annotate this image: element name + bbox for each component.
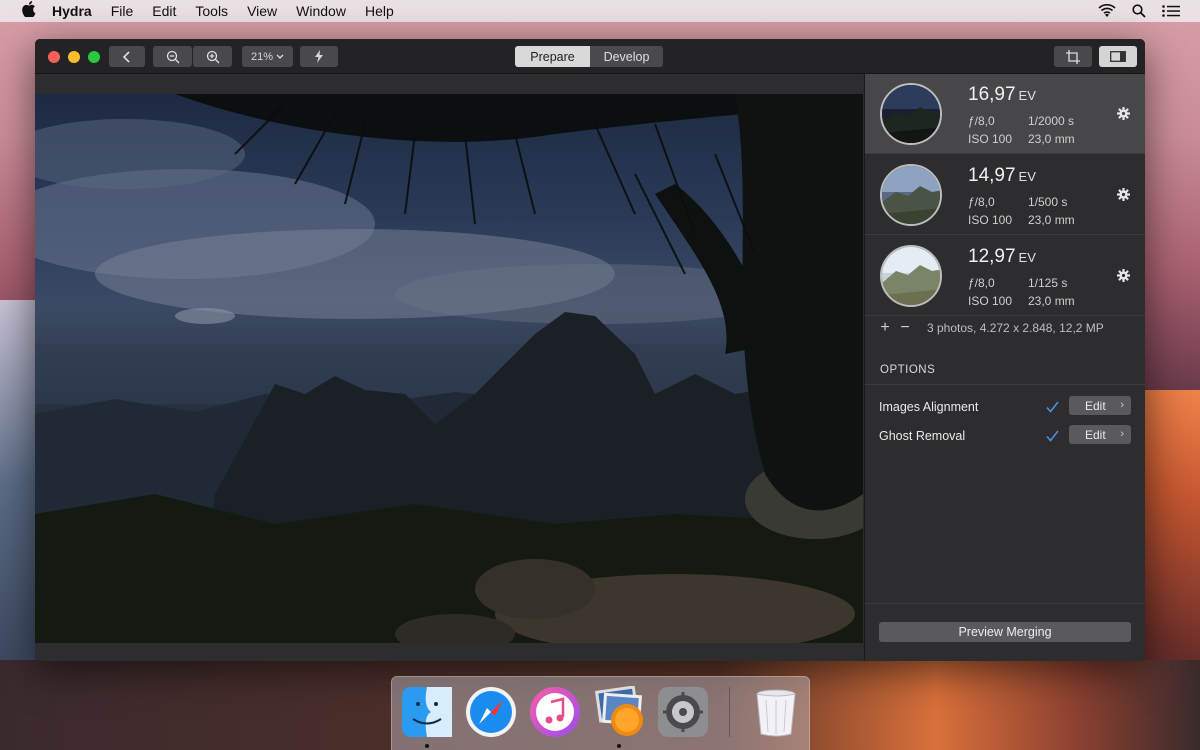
ev-number: 16,97 xyxy=(968,84,1016,105)
exposure-row[interactable]: 16,97 EV ƒ/8,0 1/2000 s ISO 100 23,0 mm xyxy=(865,74,1145,154)
close-window-button[interactable] xyxy=(48,51,60,63)
dock xyxy=(391,676,810,750)
edit-label: Edit xyxy=(1085,398,1106,413)
itunes-icon[interactable] xyxy=(529,686,581,738)
shutter-value: 1/125 s xyxy=(1028,276,1068,290)
ev-number: 14,97 xyxy=(968,165,1016,186)
remove-photo-button[interactable]: − xyxy=(897,319,913,337)
crop-icon xyxy=(1066,49,1080,64)
menu-app-name[interactable]: Hydra xyxy=(52,3,92,19)
gear-icon[interactable] xyxy=(1117,107,1130,125)
menu-tools[interactable]: Tools xyxy=(195,3,228,19)
menu-edit[interactable]: Edit xyxy=(152,3,176,19)
focal-length-value: 23,0 mm xyxy=(1028,294,1075,308)
gear-icon[interactable] xyxy=(1117,269,1130,287)
divider xyxy=(865,603,1145,604)
ghost-removal-edit-button[interactable]: Edit › xyxy=(1069,425,1131,444)
chevron-right-icon: › xyxy=(1120,399,1124,411)
wifi-icon[interactable] xyxy=(1098,4,1116,18)
zoom-level-select[interactable]: 21% xyxy=(242,46,293,67)
chevron-right-icon: › xyxy=(1120,428,1124,440)
option-row-ghost-removal: Ghost Removal Edit › xyxy=(865,425,1145,449)
window-toolbar: 21% Prepare Develop xyxy=(35,39,1145,74)
gear-icon[interactable] xyxy=(1117,188,1130,206)
sidebar-icon xyxy=(1110,51,1126,62)
shutter-value: 1/2000 s xyxy=(1028,114,1075,128)
preview-merging-button[interactable]: Preview Merging xyxy=(879,622,1131,642)
apple-menu-icon[interactable] xyxy=(18,1,40,21)
lightning-bolt-icon xyxy=(315,50,323,63)
exposure-ev-value: 16,97 EV xyxy=(968,84,1036,106)
aperture-value: ƒ/8,0 xyxy=(968,114,995,128)
notification-center-icon[interactable] xyxy=(1162,5,1180,17)
exposure-ev-value: 14,97 EV xyxy=(968,165,1036,187)
exposures-sidebar: 16,97 EV ƒ/8,0 1/2000 s ISO 100 23,0 mm 1… xyxy=(864,74,1145,661)
focal-length-value: 23,0 mm xyxy=(1028,213,1075,227)
photos-summary-bar: + − 3 photos, 4.272 x 2.848, 12,2 MP xyxy=(865,316,1145,340)
zoom-out-icon xyxy=(166,50,179,63)
exposure-thumbnail xyxy=(880,83,942,145)
option-row-images-alignment: Images Alignment Edit › xyxy=(865,396,1145,420)
running-indicator xyxy=(617,744,621,748)
finder-icon[interactable] xyxy=(401,686,453,738)
tab-develop[interactable]: Develop xyxy=(590,46,663,67)
menu-help[interactable]: Help xyxy=(365,3,394,19)
exposure-thumbnail xyxy=(880,245,942,307)
option-label: Ghost Removal xyxy=(879,429,966,443)
running-indicator xyxy=(425,744,429,748)
zoom-out-button[interactable] xyxy=(153,46,192,67)
aperture-value: ƒ/8,0 xyxy=(968,276,995,290)
hydra-window: 21% Prepare Develop 16,97 EV ƒ/8,0 1/200… xyxy=(35,39,1145,661)
hydra-app-icon[interactable] xyxy=(593,685,645,738)
system-preferences-icon[interactable] xyxy=(657,686,709,738)
option-label: Images Alignment xyxy=(879,400,979,414)
zoom-in-button[interactable] xyxy=(193,46,232,67)
ev-unit: EV xyxy=(1018,88,1036,103)
toggle-sidebar-button[interactable] xyxy=(1099,46,1137,67)
photos-summary-text: 3 photos, 4.272 x 2.848, 12,2 MP xyxy=(927,321,1104,335)
minimize-window-button[interactable] xyxy=(68,51,80,63)
back-button[interactable] xyxy=(109,46,145,67)
crop-button[interactable] xyxy=(1054,46,1092,67)
menu-view[interactable]: View xyxy=(247,3,277,19)
shutter-value: 1/500 s xyxy=(1028,195,1068,209)
edit-label: Edit xyxy=(1085,427,1106,442)
image-canvas-area xyxy=(35,74,863,661)
menu-file[interactable]: File xyxy=(111,3,134,19)
ev-unit: EV xyxy=(1018,250,1036,265)
iso-value: ISO 100 xyxy=(968,213,1013,227)
zoom-window-button[interactable] xyxy=(88,51,100,63)
ev-unit: EV xyxy=(1018,169,1036,184)
mode-segmented-control: Prepare Develop xyxy=(515,46,663,67)
spotlight-search-icon[interactable] xyxy=(1132,4,1146,18)
hdr-preview-image[interactable] xyxy=(35,94,863,643)
menu-bar: Hydra File Edit Tools View Window Help xyxy=(0,0,1200,22)
focal-length-value: 23,0 mm xyxy=(1028,132,1075,146)
trash-icon[interactable] xyxy=(750,686,802,738)
auto-adjust-button[interactable] xyxy=(300,46,338,67)
options-header: OPTIONS xyxy=(880,364,936,376)
images-alignment-edit-button[interactable]: Edit › xyxy=(1069,396,1131,415)
menu-window[interactable]: Window xyxy=(296,3,346,19)
add-photo-button[interactable]: + xyxy=(877,319,893,337)
exposure-row[interactable]: 14,97 EV ƒ/8,0 1/500 s ISO 100 23,0 mm xyxy=(865,155,1145,235)
zoom-in-icon xyxy=(206,50,219,63)
ev-number: 12,97 xyxy=(968,246,1016,267)
iso-value: ISO 100 xyxy=(968,294,1013,308)
aperture-value: ƒ/8,0 xyxy=(968,195,995,209)
iso-value: ISO 100 xyxy=(968,132,1013,146)
chevron-left-icon xyxy=(122,50,130,63)
dock-separator xyxy=(729,687,730,737)
zoom-level-value: 21% xyxy=(250,50,274,63)
exposure-ev-value: 12,97 EV xyxy=(968,246,1036,268)
checkmark-icon[interactable] xyxy=(1046,429,1059,447)
checkmark-icon[interactable] xyxy=(1046,400,1059,418)
chevron-down-icon xyxy=(276,54,284,59)
exposure-row[interactable]: 12,97 EV ƒ/8,0 1/125 s ISO 100 23,0 mm xyxy=(865,236,1145,316)
safari-icon[interactable] xyxy=(465,686,517,738)
divider xyxy=(865,384,1145,385)
exposure-thumbnail xyxy=(880,164,942,226)
tab-prepare[interactable]: Prepare xyxy=(515,46,590,67)
